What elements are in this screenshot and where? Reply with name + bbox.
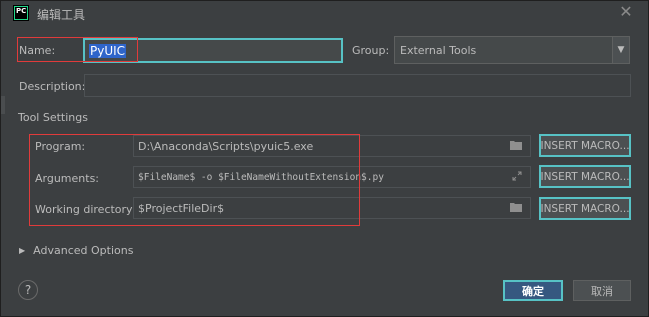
triangle-right-icon: ▶ [19,246,26,255]
window-title: 编辑工具 [37,8,86,22]
name-label: Name: [19,44,56,57]
name-input-value: PyUIC [89,43,127,58]
cancel-button[interactable]: 取消 [573,280,631,301]
insert-macro-button-workdir[interactable]: INSERT MACRO... [539,197,631,220]
left-edge-marker [1,96,5,114]
program-input[interactable]: D:\Anaconda\Scripts\pyuic5.exe [133,135,531,157]
expand-icon[interactable] [512,171,522,184]
description-label: Description: [19,80,86,93]
close-icon[interactable]: ✕ [618,4,634,20]
tool-settings-heading: Tool Settings [18,111,88,124]
folder-icon[interactable] [510,202,522,215]
advanced-options-label: Advanced Options [33,244,134,257]
advanced-options-toggle[interactable]: ▶ Advanced Options [19,244,133,257]
insert-macro-button-arguments[interactable]: INSERT MACRO... [539,165,631,188]
workdir-label: Working directory: [35,203,136,216]
program-label: Program: [35,140,86,153]
title-bar: PC 编辑工具 ✕ [1,1,648,27]
workdir-input-value: $ProjectFileDir$ [138,201,225,215]
folder-icon[interactable] [510,140,522,153]
chevron-down-icon[interactable]: ▼ [612,37,629,63]
insert-macro-button-program[interactable]: INSERT MACRO... [539,134,631,157]
pycharm-app-icon: PC [13,5,29,21]
group-select-value: External Tools [400,43,477,57]
ok-button[interactable]: 确定 [503,280,563,301]
arguments-label: Arguments: [35,172,100,185]
arguments-input-value: $FileName$ -o $FileNameWithoutExtension$… [138,171,384,183]
workdir-input[interactable]: $ProjectFileDir$ [133,197,531,219]
group-label: Group: [352,44,390,57]
name-input[interactable]: PyUIC [83,38,343,63]
edit-tool-dialog: PC 编辑工具 ✕ Name: PyUIC Group: External To… [0,0,649,317]
arguments-input[interactable]: $FileName$ -o $FileNameWithoutExtension$… [133,166,531,188]
help-button[interactable]: ? [18,280,38,300]
program-input-value: D:\Anaconda\Scripts\pyuic5.exe [138,139,314,153]
app-icon-text: PC [15,7,27,19]
group-select[interactable]: External Tools ▼ [394,36,630,64]
description-input[interactable] [84,74,631,97]
